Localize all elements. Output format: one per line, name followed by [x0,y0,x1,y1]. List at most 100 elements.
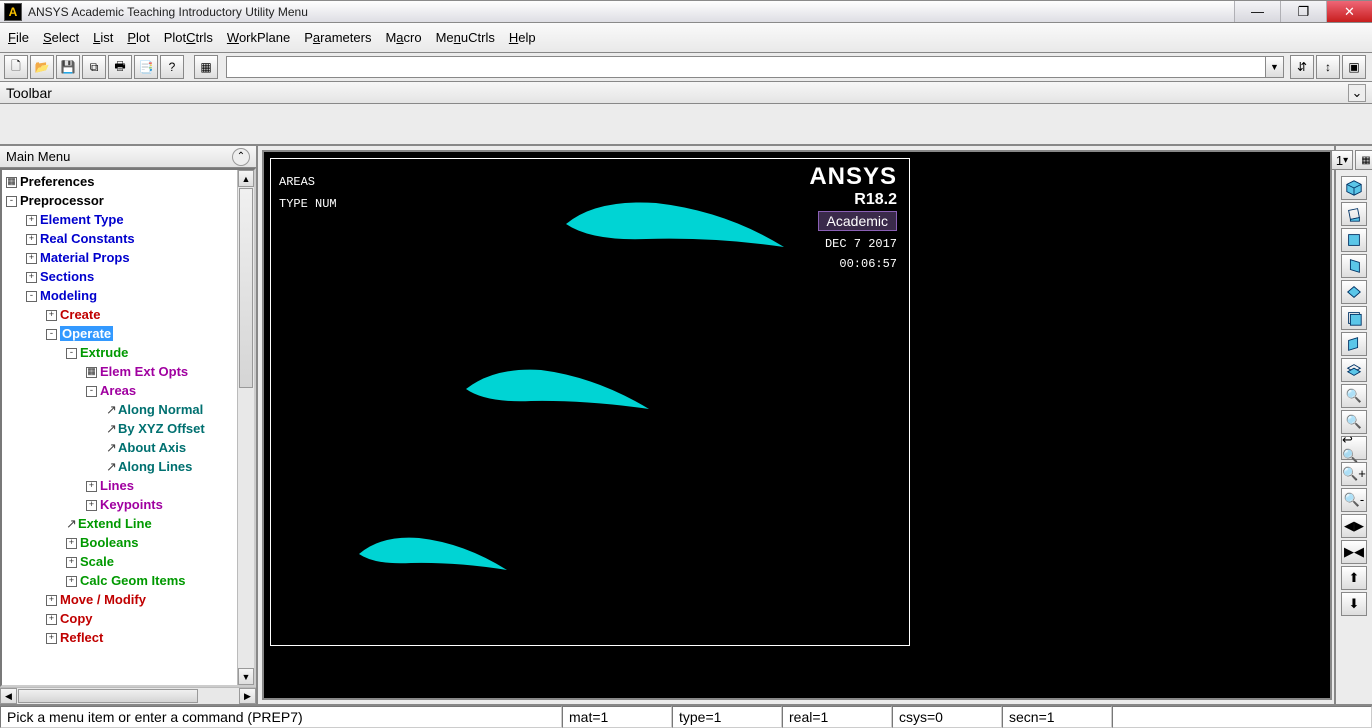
right-view-icon[interactable] [1341,254,1367,278]
tree-vscrollbar[interactable]: ▲ ▼ [237,170,254,685]
tree-booleans[interactable]: +Booleans [2,533,237,552]
tree-move-modify[interactable]: +Move / Modify [2,590,237,609]
tree-reflect[interactable]: +Reflect [2,628,237,647]
tree-by-xyz-offset[interactable]: ↗By XYZ Offset [2,419,237,438]
zoom-back-icon[interactable]: ↩🔍 [1341,436,1367,460]
tree-along-lines[interactable]: ↗Along Lines [2,457,237,476]
tree-scale[interactable]: +Scale [2,552,237,571]
back-view-icon[interactable] [1341,306,1367,330]
menu-parameters[interactable]: Parameters [304,30,371,45]
tree-material-props[interactable]: +Material Props [2,248,237,267]
maximize-button[interactable]: ❐ [1280,1,1326,22]
bottom-view-icon[interactable] [1341,358,1367,382]
contour-icon[interactable]: ↕ [1316,55,1340,79]
tree-real-constants[interactable]: +Real Constants [2,229,237,248]
front-view-icon[interactable] [1341,228,1367,252]
minimize-button[interactable]: — [1234,1,1280,22]
tree-extrude[interactable]: -Extrude [2,343,237,362]
window-buttons: — ❐ ✕ [1234,1,1372,22]
oblique-view-icon[interactable] [1341,202,1367,226]
main-menu-label: Main Menu [6,149,70,164]
window-layout-icon[interactable]: ▦ [1355,150,1372,170]
menu-plot[interactable]: Plot [127,30,149,45]
tree-lines[interactable]: +Lines [2,476,237,495]
tree-operate[interactable]: -Operate [2,324,237,343]
toolbar-strip: Toolbar ⌄ [0,82,1372,104]
main-menu-collapse-icon[interactable]: ⌃ [232,148,250,166]
print-icon[interactable]: 🖶 [108,55,132,79]
menu-macro[interactable]: Macro [385,30,421,45]
brand-time: 00:06:57 [809,257,897,271]
tree-areas[interactable]: -Areas [2,381,237,400]
graphics-label-areas: AREAS [279,175,315,189]
toolbar-label: Toolbar [6,85,52,101]
tree-elem-ext-opts[interactable]: ▦Elem Ext Opts [2,362,237,381]
status-message: Pick a menu item or enter a command (PRE… [0,706,562,728]
view-toolbar: 1▾ ▦ 🔍 🔍 ↩🔍 🔍+ 🔍- ◀▶ ▶◀ ⬆ ⬇ [1334,146,1372,704]
main-area: Main Menu ⌃ ▦Preferences -Preprocessor +… [0,146,1372,704]
menu-file[interactable]: File [8,30,29,45]
tree-sections[interactable]: +Sections [2,267,237,286]
new-file-icon[interactable]: 🗋 [4,55,28,79]
tree-preprocessor[interactable]: -Preprocessor [2,191,237,210]
tree-preferences[interactable]: ▦Preferences [2,172,237,191]
open-file-icon[interactable]: 📂 [30,55,54,79]
zoom-in-icon[interactable]: 🔍+ [1341,462,1367,486]
brand-edition: Academic [818,211,897,231]
raise-hidden-icon[interactable]: ⧉ [82,55,106,79]
pan-right-icon[interactable]: ▶◀ [1341,540,1367,564]
tree-about-axis[interactable]: ↗About Axis [2,438,237,457]
help-icon[interactable]: ? [160,55,184,79]
iso-view-icon[interactable] [1341,176,1367,200]
command-history-dropdown[interactable]: ▼ [1266,56,1284,78]
airfoil-shape-2 [466,367,651,415]
status-csys: csys=0 [892,706,1002,728]
tree-along-normal[interactable]: ↗Along Normal [2,400,237,419]
main-menu-tree: ▦Preferences -Preprocessor +Element Type… [2,170,237,685]
zoom-out-icon[interactable]: 🔍- [1341,488,1367,512]
graphics-brand-block: ANSYS R18.2 Academic DEC 7 2017 00:06:57 [809,163,897,271]
zoom-box-icon[interactable]: 🔍 [1341,410,1367,434]
save-icon[interactable]: 💾 [56,55,80,79]
brand-version: R18.2 [809,191,897,209]
titlebar: A ANSYS Academic Teaching Introductory U… [0,0,1372,23]
graphics-window[interactable]: AREAS TYPE NUM ANSYS R18.2 Academic DEC … [262,150,1332,700]
tree-extend-line[interactable]: ↗Extend Line [2,514,237,533]
tree-hscrollbar[interactable]: ◀ ▶ [0,687,256,704]
menu-list[interactable]: List [93,30,113,45]
rotate-down-icon[interactable]: ⬇ [1341,592,1367,616]
status-secn: secn=1 [1002,706,1112,728]
menu-menuctrls[interactable]: MenuCtrls [436,30,495,45]
tree-keypoints[interactable]: +Keypoints [2,495,237,514]
menubar: File Select List Plot PlotCtrls WorkPlan… [0,23,1372,53]
left-view-icon[interactable] [1341,332,1367,356]
scale-icon[interactable]: ⇵ [1290,55,1314,79]
airfoil-shape-3 [359,535,509,575]
status-mat: mat=1 [562,706,672,728]
menu-help[interactable]: Help [509,30,536,45]
menu-select[interactable]: Select [43,30,79,45]
window-number-select[interactable]: 1▾ [1331,150,1353,170]
fit-view-icon[interactable]: 🔍 [1341,384,1367,408]
pick-icon[interactable]: ▦ [194,55,218,79]
graphics-label-typenum: TYPE NUM [279,197,337,211]
report-icon[interactable]: 📑 [134,55,158,79]
tree-create[interactable]: +Create [2,305,237,324]
menu-workplane[interactable]: WorkPlane [227,30,290,45]
window-title: ANSYS Academic Teaching Introductory Uti… [26,5,1234,19]
menu-plotctrls[interactable]: PlotCtrls [164,30,213,45]
graphics-options-icon[interactable]: ▣ [1342,55,1366,79]
tree-copy[interactable]: +Copy [2,609,237,628]
rotate-up-icon[interactable]: ⬆ [1341,566,1367,590]
top-view-icon[interactable] [1341,280,1367,304]
command-input[interactable] [226,56,1266,78]
status-empty [1112,706,1372,728]
toolbar-collapse-icon[interactable]: ⌄ [1348,84,1366,102]
status-bar: Pick a menu item or enter a command (PRE… [0,704,1372,728]
tree-modeling[interactable]: -Modeling [2,286,237,305]
tree-calc-geom-items[interactable]: +Calc Geom Items [2,571,237,590]
close-button[interactable]: ✕ [1326,1,1372,22]
app-icon: A [4,3,22,21]
tree-element-type[interactable]: +Element Type [2,210,237,229]
pan-left-icon[interactable]: ◀▶ [1341,514,1367,538]
